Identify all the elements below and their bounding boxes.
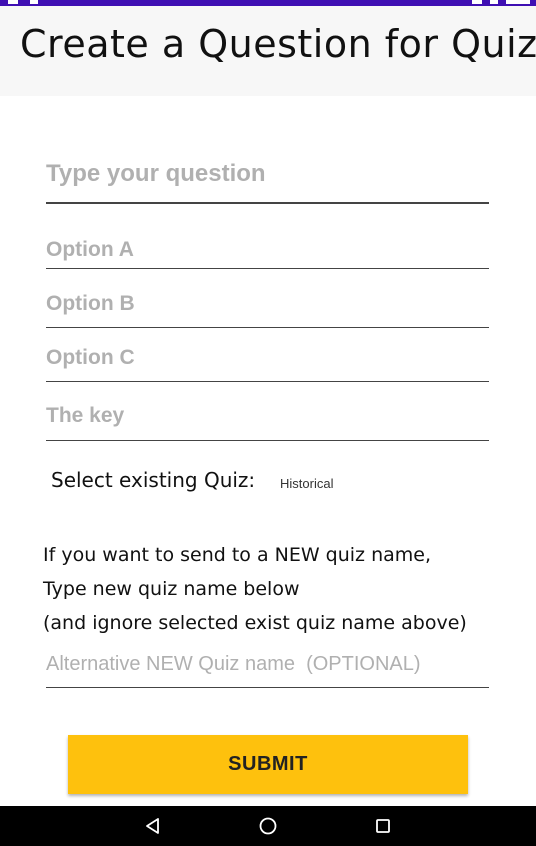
- question-field[interactable]: [46, 154, 489, 204]
- alt-quiz-name-input[interactable]: [46, 648, 489, 680]
- question-input[interactable]: [46, 154, 489, 194]
- option-b-input[interactable]: [46, 288, 489, 320]
- notification-icon: [30, 0, 38, 4]
- option-b-field[interactable]: [46, 288, 489, 328]
- signal-icon: [472, 0, 482, 4]
- submit-button[interactable]: SUBMIT: [68, 735, 468, 794]
- option-a-field[interactable]: [46, 234, 489, 269]
- recents-square-icon[interactable]: [373, 816, 393, 836]
- alt-quiz-name-field[interactable]: [46, 648, 489, 688]
- option-a-input[interactable]: [46, 234, 489, 266]
- new-quiz-instructions: If you want to send to a NEW quiz name, …: [43, 538, 513, 640]
- quiz-select-label: Select existing Quiz:: [51, 468, 256, 492]
- home-circle-icon[interactable]: [258, 816, 278, 836]
- key-field[interactable]: [46, 400, 489, 441]
- quiz-select-row: Select existing Quiz: Historical: [51, 466, 491, 498]
- instruction-line: (and ignore selected exist quiz name abo…: [43, 612, 467, 634]
- instruction-line: If you want to send to a NEW quiz name,: [43, 544, 431, 566]
- title-bar: Create a Question for Quiz: [0, 6, 536, 96]
- quiz-select-dropdown[interactable]: Historical: [280, 476, 333, 491]
- notification-icon: [8, 0, 18, 4]
- key-input[interactable]: [46, 400, 489, 432]
- nav-bar: [0, 806, 536, 846]
- option-c-input[interactable]: [46, 342, 489, 374]
- page-title: Create a Question for Quiz: [20, 22, 536, 66]
- back-triangle-icon[interactable]: [143, 816, 163, 836]
- option-c-field[interactable]: [46, 342, 489, 382]
- clock: [506, 0, 530, 4]
- battery-icon: [490, 0, 498, 4]
- instruction-line: Type new quiz name below: [43, 578, 300, 600]
